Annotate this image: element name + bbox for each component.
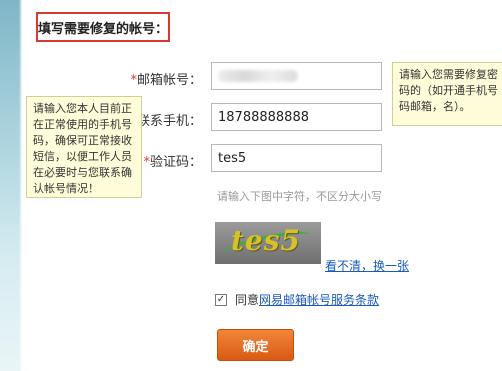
refresh-captcha-link[interactable]: 看不清，换一张 [325,257,409,274]
blurred-email-value [218,70,298,82]
email-input[interactable] [211,62,382,90]
left-decorative-strip [0,0,22,371]
phone-input-value: 18788888888 [218,109,309,125]
email-label: *邮箱帐号： [82,69,202,88]
captcha-input-value: tes5 [218,150,247,166]
confirm-button[interactable]: 确定 [217,329,294,361]
agree-prefix: 同意 [235,293,260,307]
email-label-text: 邮箱帐号： [136,73,202,88]
agree-checkbox[interactable]: ✓ [215,293,227,306]
section-title-text: 填写需要修复的帐号： [38,21,169,37]
phone-input[interactable]: 18788888888 [211,103,382,131]
email-tip-text: 请输入您需要修复密码的（如开通手机号码邮箱，名）。 [399,68,498,113]
agree-terms-row: ✓ 同意 网易邮箱帐号服务条款 [215,291,379,308]
phone-tip-text: 请输入您本人目前正在正常使用的手机号码，确保可正常接收短信，以便工作人员在必要时… [33,102,132,195]
captcha-image-text: tes5 [231,224,301,257]
captcha-image[interactable]: tes5 [215,222,321,264]
captcha-input[interactable]: tes5 [211,144,382,172]
captcha-hint: 请输入下图中字符，不区分大小写 [217,190,382,203]
terms-link[interactable]: 网易邮箱帐号服务条款 [259,291,379,308]
check-icon: ✓ [216,294,226,305]
email-tip-box: 请输入您需要修复密码的（如开通手机号码邮箱，名）。 [392,62,502,126]
captcha-label-text: 验证码： [149,155,202,170]
phone-label-text: 联系手机： [136,114,202,129]
section-title: 填写需要修复的帐号： [36,12,170,42]
confirm-button-label: 确定 [242,339,269,355]
phone-tip-box: 请输入您本人目前正在正常使用的手机号码，确保可正常接收短信，以便工作人员在必要时… [26,96,142,198]
